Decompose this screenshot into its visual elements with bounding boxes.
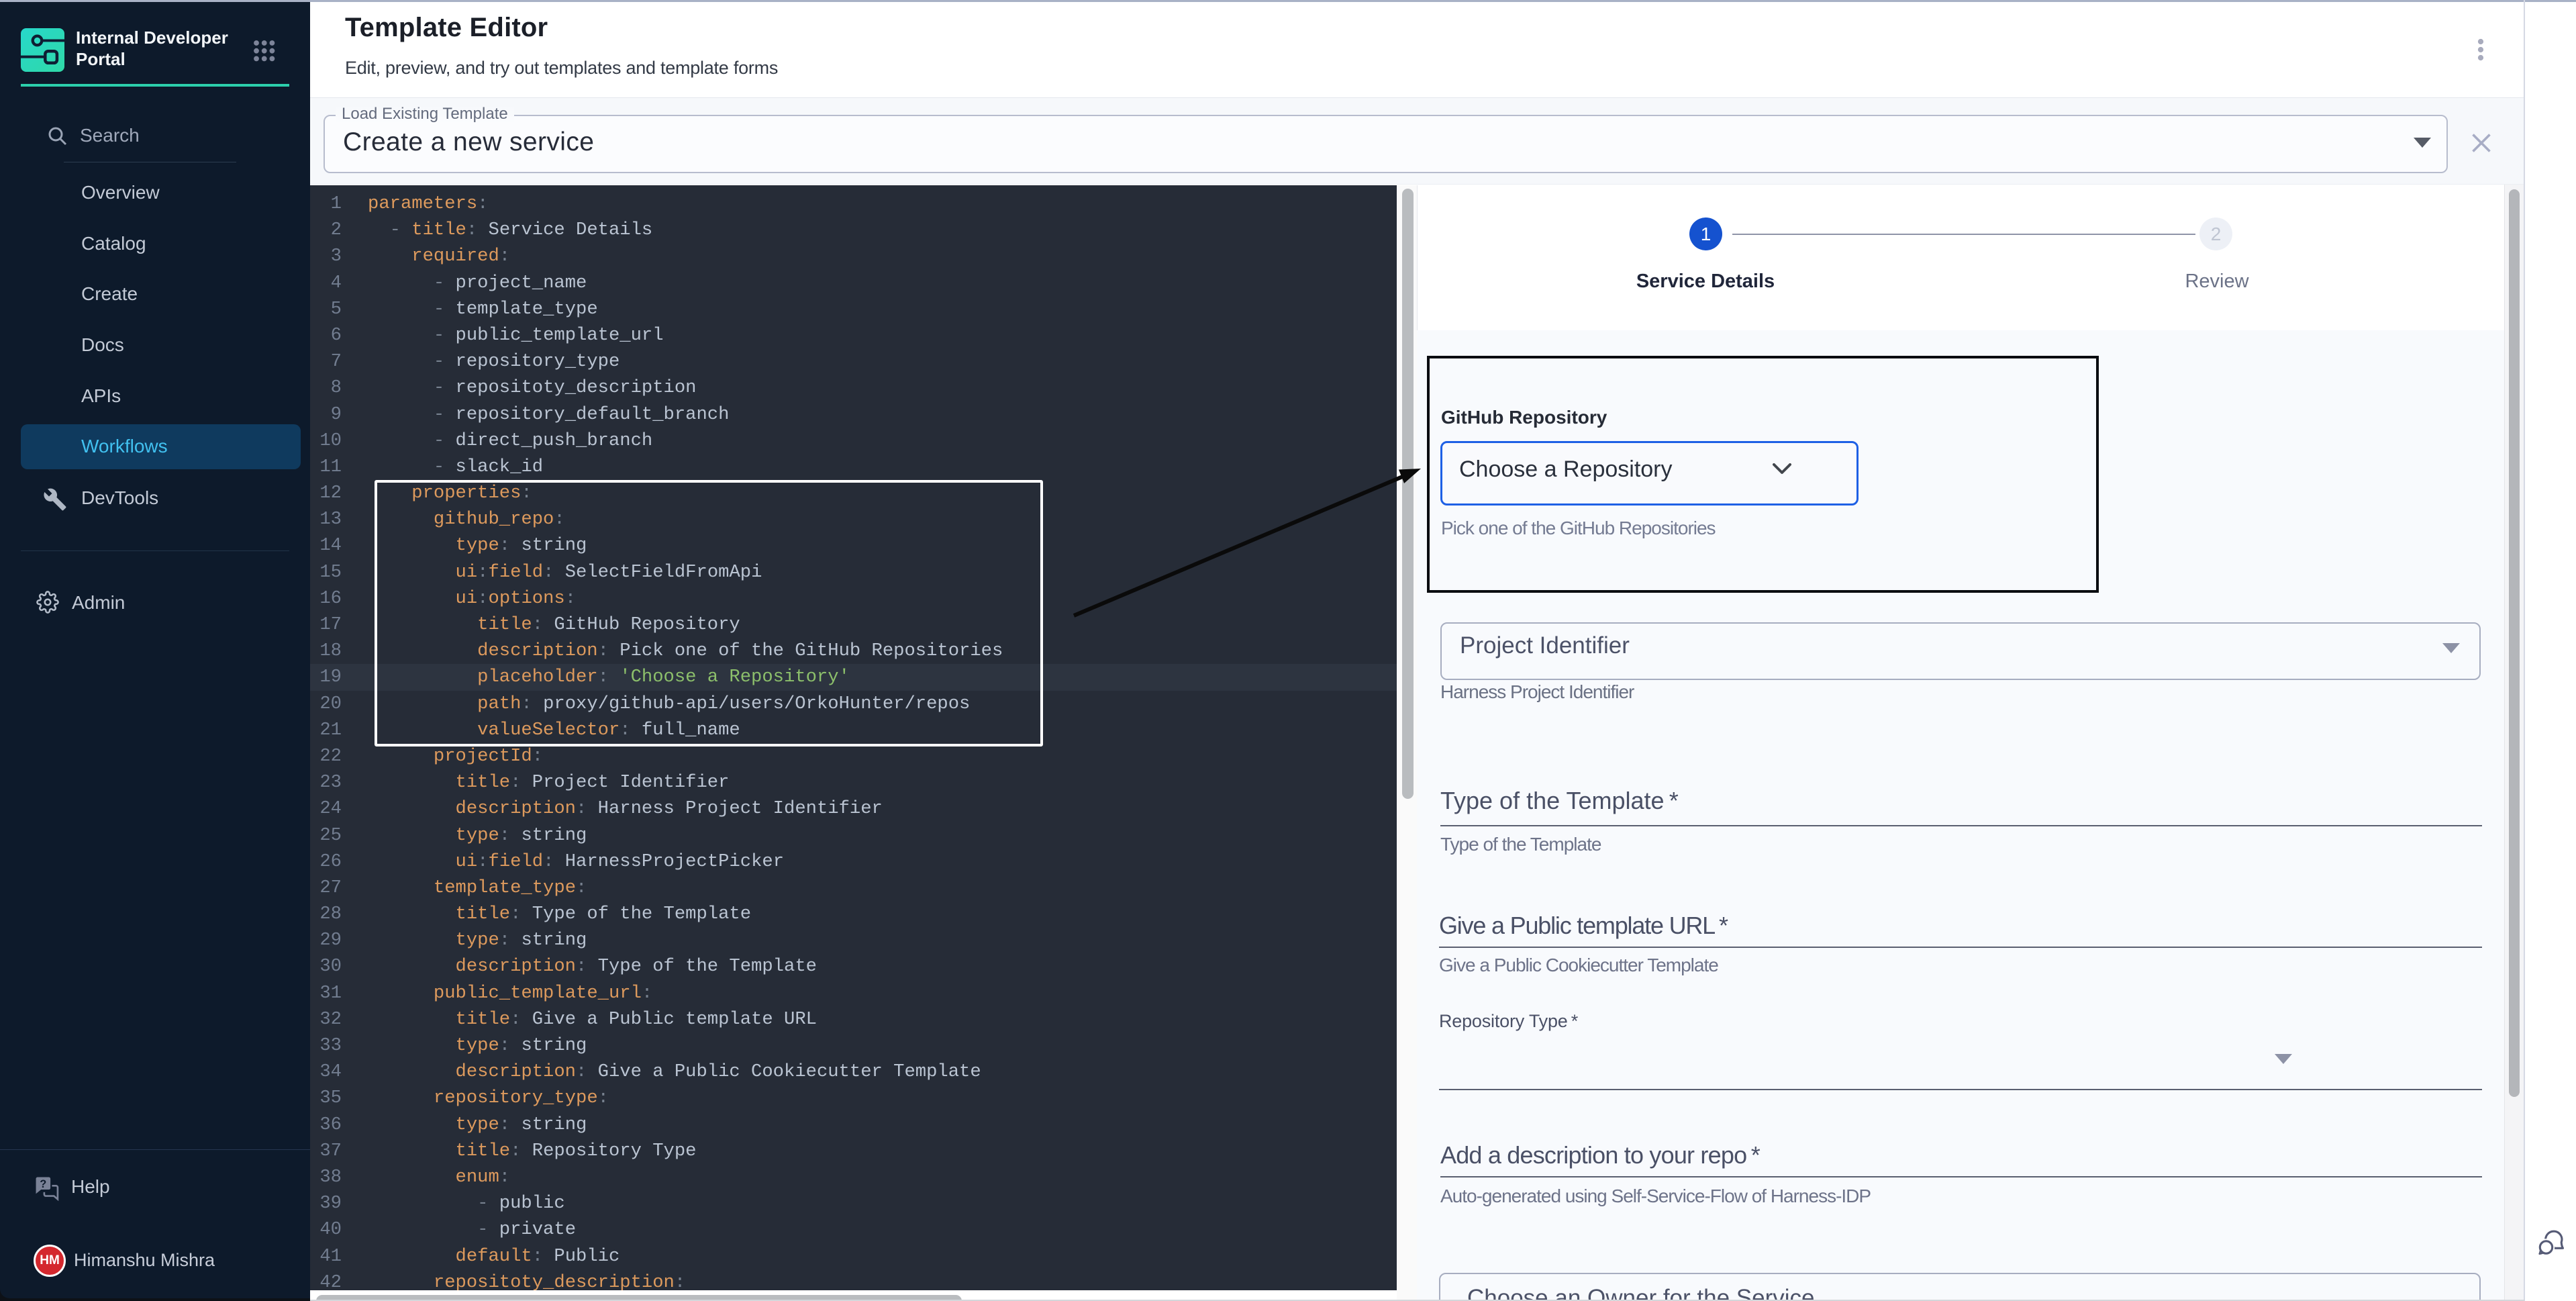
- svg-text:?: ?: [40, 1178, 46, 1190]
